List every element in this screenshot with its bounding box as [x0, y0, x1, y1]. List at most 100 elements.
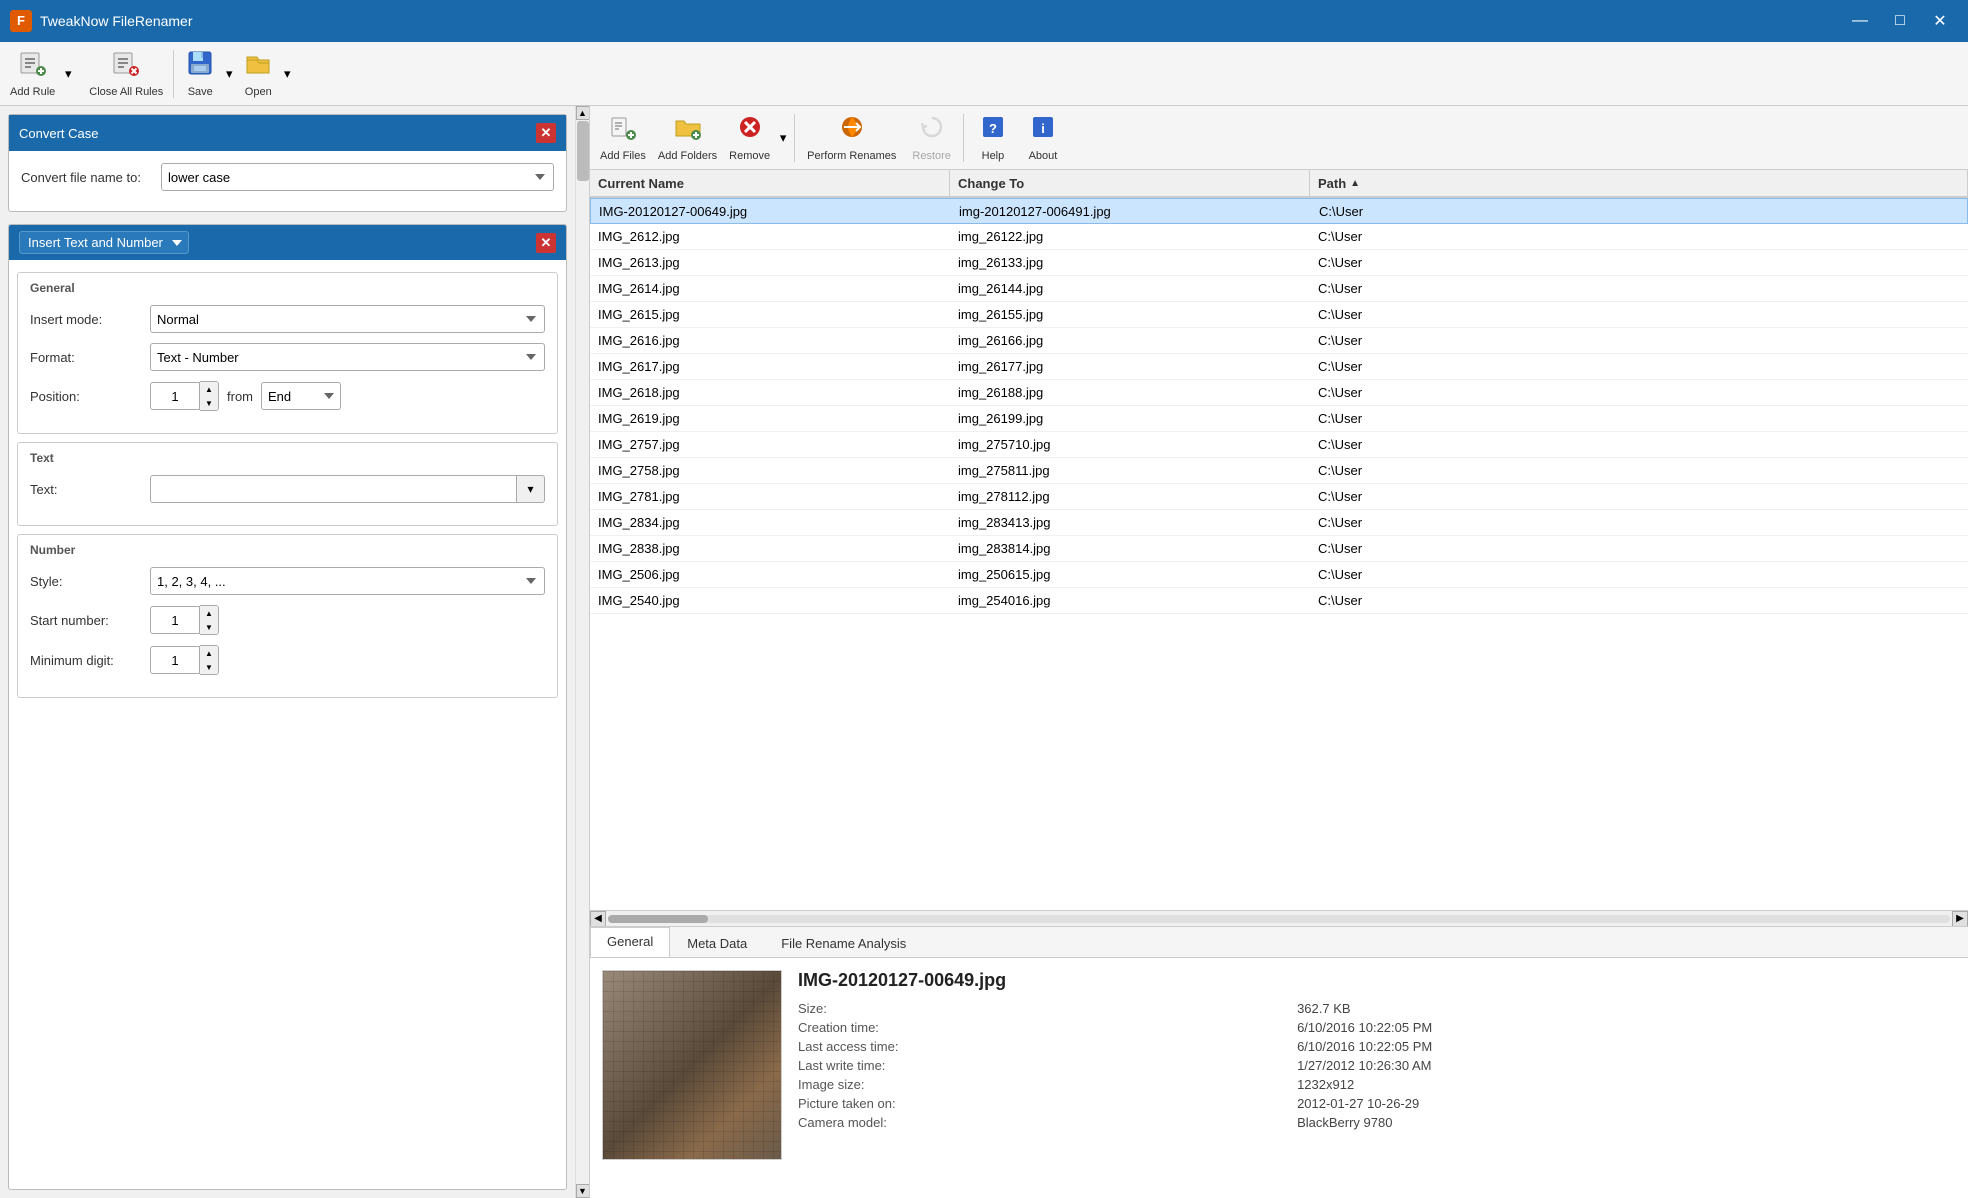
add-rule-arrow[interactable]: ▾ [61, 45, 75, 103]
min-digit-down-btn[interactable]: ▼ [200, 660, 218, 674]
start-up-btn[interactable]: ▲ [200, 606, 218, 620]
image-size-label: Image size: [798, 1075, 1297, 1094]
insert-rule-body: General Insert mode: Normal Prefix Suffi… [9, 260, 566, 710]
format-label: Format: [30, 350, 150, 365]
text-input-dropdown-btn[interactable]: ▾ [517, 475, 545, 503]
minimize-button[interactable]: — [1842, 6, 1878, 36]
scroll-track[interactable] [576, 120, 590, 1184]
file-row[interactable]: IMG_2758.jpg img_275811.jpg C:\User [590, 458, 1968, 484]
open-btn-group: Open ▾ [236, 45, 294, 103]
about-button[interactable]: i About [1018, 109, 1068, 167]
file-row[interactable]: IMG_2834.jpg img_283413.jpg C:\User [590, 510, 1968, 536]
file-cell-current: IMG_2613.jpg [590, 255, 950, 270]
file-row[interactable]: IMG_2619.jpg img_26199.jpg C:\User [590, 406, 1968, 432]
add-files-button[interactable]: Add Files [594, 109, 652, 167]
col-header-change[interactable]: Change To [950, 170, 1310, 196]
h-scroll-thumb[interactable] [608, 915, 708, 923]
convert-case-close-btn[interactable]: ✕ [536, 123, 556, 143]
info-row-write: Last write time: 1/27/2012 10:26:30 AM [798, 1056, 1956, 1075]
scroll-left-arrow[interactable]: ◀ [590, 911, 606, 927]
add-rule-button[interactable]: Add Rule [4, 45, 61, 103]
min-digit-spin-buttons: ▲ ▼ [200, 645, 219, 675]
remove-button[interactable]: Remove [723, 109, 776, 167]
save-button[interactable]: Save [178, 45, 222, 103]
rule-type-select[interactable]: Insert Text and Number Convert Case Remo… [19, 231, 189, 254]
left-panel-scrollbar[interactable]: ▲ ▼ [575, 106, 589, 1198]
add-folders-button[interactable]: Add Folders [652, 109, 723, 167]
format-select[interactable]: Text - Number Number - Text Text Only Nu… [150, 343, 545, 371]
file-row[interactable]: IMG_2613.jpg img_26133.jpg C:\User [590, 250, 1968, 276]
start-number-input[interactable] [150, 606, 200, 634]
file-info: IMG-20120127-00649.jpg Size: 362.7 KB Cr… [798, 970, 1956, 1186]
restore-button[interactable]: Restore [904, 109, 959, 167]
size-value: 362.7 KB [1297, 999, 1956, 1018]
perform-renames-label: Perform Renames [807, 150, 896, 162]
col-header-path[interactable]: Path ▲ [1310, 170, 1968, 196]
file-cell-current: IMG_2616.jpg [590, 333, 950, 348]
open-label: Open [245, 86, 272, 98]
text-section-title: Text [30, 451, 545, 465]
file-row[interactable]: IMG_2616.jpg img_26166.jpg C:\User [590, 328, 1968, 354]
insert-mode-label: Insert mode: [30, 312, 150, 327]
file-row[interactable]: IMG_2617.jpg img_26177.jpg C:\User [590, 354, 1968, 380]
write-value: 1/27/2012 10:26:30 AM [1297, 1056, 1956, 1075]
position-up-btn[interactable]: ▲ [200, 382, 218, 396]
scroll-thumb[interactable] [577, 121, 589, 181]
number-section: Number Style: 1, 2, 3, 4, ... 01, 02, 03… [17, 534, 558, 698]
min-digit-input[interactable] [150, 646, 200, 674]
add-rule-split: Add Rule ▾ [4, 45, 75, 103]
file-list-scroll[interactable]: IMG-20120127-00649.jpg img-20120127-0064… [590, 198, 1968, 910]
h-scroll-track[interactable] [608, 915, 1950, 923]
open-button[interactable]: Open [236, 45, 280, 103]
text-input[interactable] [150, 475, 517, 503]
maximize-button[interactable]: □ [1882, 6, 1918, 36]
position-down-btn[interactable]: ▼ [200, 396, 218, 410]
col-header-current[interactable]: Current Name [590, 170, 950, 196]
scroll-right-arrow[interactable]: ▶ [1952, 911, 1968, 927]
perform-renames-button[interactable]: Perform Renames [799, 109, 904, 167]
tab-analysis[interactable]: File Rename Analysis [764, 929, 923, 957]
file-row[interactable]: IMG_2614.jpg img_26144.jpg C:\User [590, 276, 1968, 302]
position-input[interactable] [150, 382, 200, 410]
min-digit-up-btn[interactable]: ▲ [200, 646, 218, 660]
insert-mode-select[interactable]: Normal Prefix Suffix Insert at position [150, 305, 545, 333]
convert-case-select[interactable]: lower case UPPER CASE Title Case Sentenc… [161, 163, 554, 191]
tab-metadata[interactable]: Meta Data [670, 929, 764, 957]
file-row[interactable]: IMG_2757.jpg img_275710.jpg C:\User [590, 432, 1968, 458]
file-cell-current: IMG_2612.jpg [590, 229, 950, 244]
file-cell-path: C:\User [1310, 567, 1968, 582]
file-row[interactable]: IMG_2838.jpg img_283814.jpg C:\User [590, 536, 1968, 562]
remove-icon [736, 113, 764, 148]
style-select[interactable]: 1, 2, 3, 4, ... 01, 02, 03, ... a, b, c,… [150, 567, 545, 595]
file-cell-path: C:\User [1310, 515, 1968, 530]
close-all-rules-label: Close All Rules [89, 86, 163, 98]
start-number-label: Start number: [30, 613, 150, 628]
remove-arrow[interactable]: ▾ [776, 109, 790, 167]
app-icon: F [10, 10, 32, 32]
add-rule-label: Add Rule [10, 86, 55, 98]
file-row[interactable]: IMG_2781.jpg img_278112.jpg C:\User [590, 484, 1968, 510]
file-row[interactable]: IMG_2615.jpg img_26155.jpg C:\User [590, 302, 1968, 328]
close-all-rules-button[interactable]: Close All Rules [83, 45, 169, 103]
start-down-btn[interactable]: ▼ [200, 620, 218, 634]
file-cell-change: img_26166.jpg [950, 333, 1310, 348]
help-button[interactable]: ? Help [968, 109, 1018, 167]
close-button[interactable]: ✕ [1922, 6, 1958, 36]
file-cell-change: img_26155.jpg [950, 307, 1310, 322]
insert-rule-close-btn[interactable]: ✕ [536, 233, 556, 253]
convert-case-header: Convert Case ✕ [9, 115, 566, 151]
open-arrow[interactable]: ▾ [280, 45, 294, 103]
save-icon [186, 49, 214, 84]
from-select[interactable]: End Begin [261, 382, 341, 410]
file-row[interactable]: IMG_2612.jpg img_26122.jpg C:\User [590, 224, 1968, 250]
save-arrow[interactable]: ▾ [222, 45, 236, 103]
scroll-down-arrow[interactable]: ▼ [576, 1184, 590, 1198]
file-row[interactable]: IMG_2540.jpg img_254016.jpg C:\User [590, 588, 1968, 614]
horizontal-scrollbar[interactable]: ◀ ▶ [590, 910, 1968, 926]
file-row[interactable]: IMG_2618.jpg img_26188.jpg C:\User [590, 380, 1968, 406]
file-row[interactable]: IMG_2506.jpg img_250615.jpg C:\User [590, 562, 1968, 588]
file-row[interactable]: IMG-20120127-00649.jpg img-20120127-0064… [590, 198, 1968, 224]
tab-general[interactable]: General [590, 927, 670, 957]
save-label: Save [188, 86, 213, 98]
scroll-up-arrow[interactable]: ▲ [576, 106, 590, 120]
